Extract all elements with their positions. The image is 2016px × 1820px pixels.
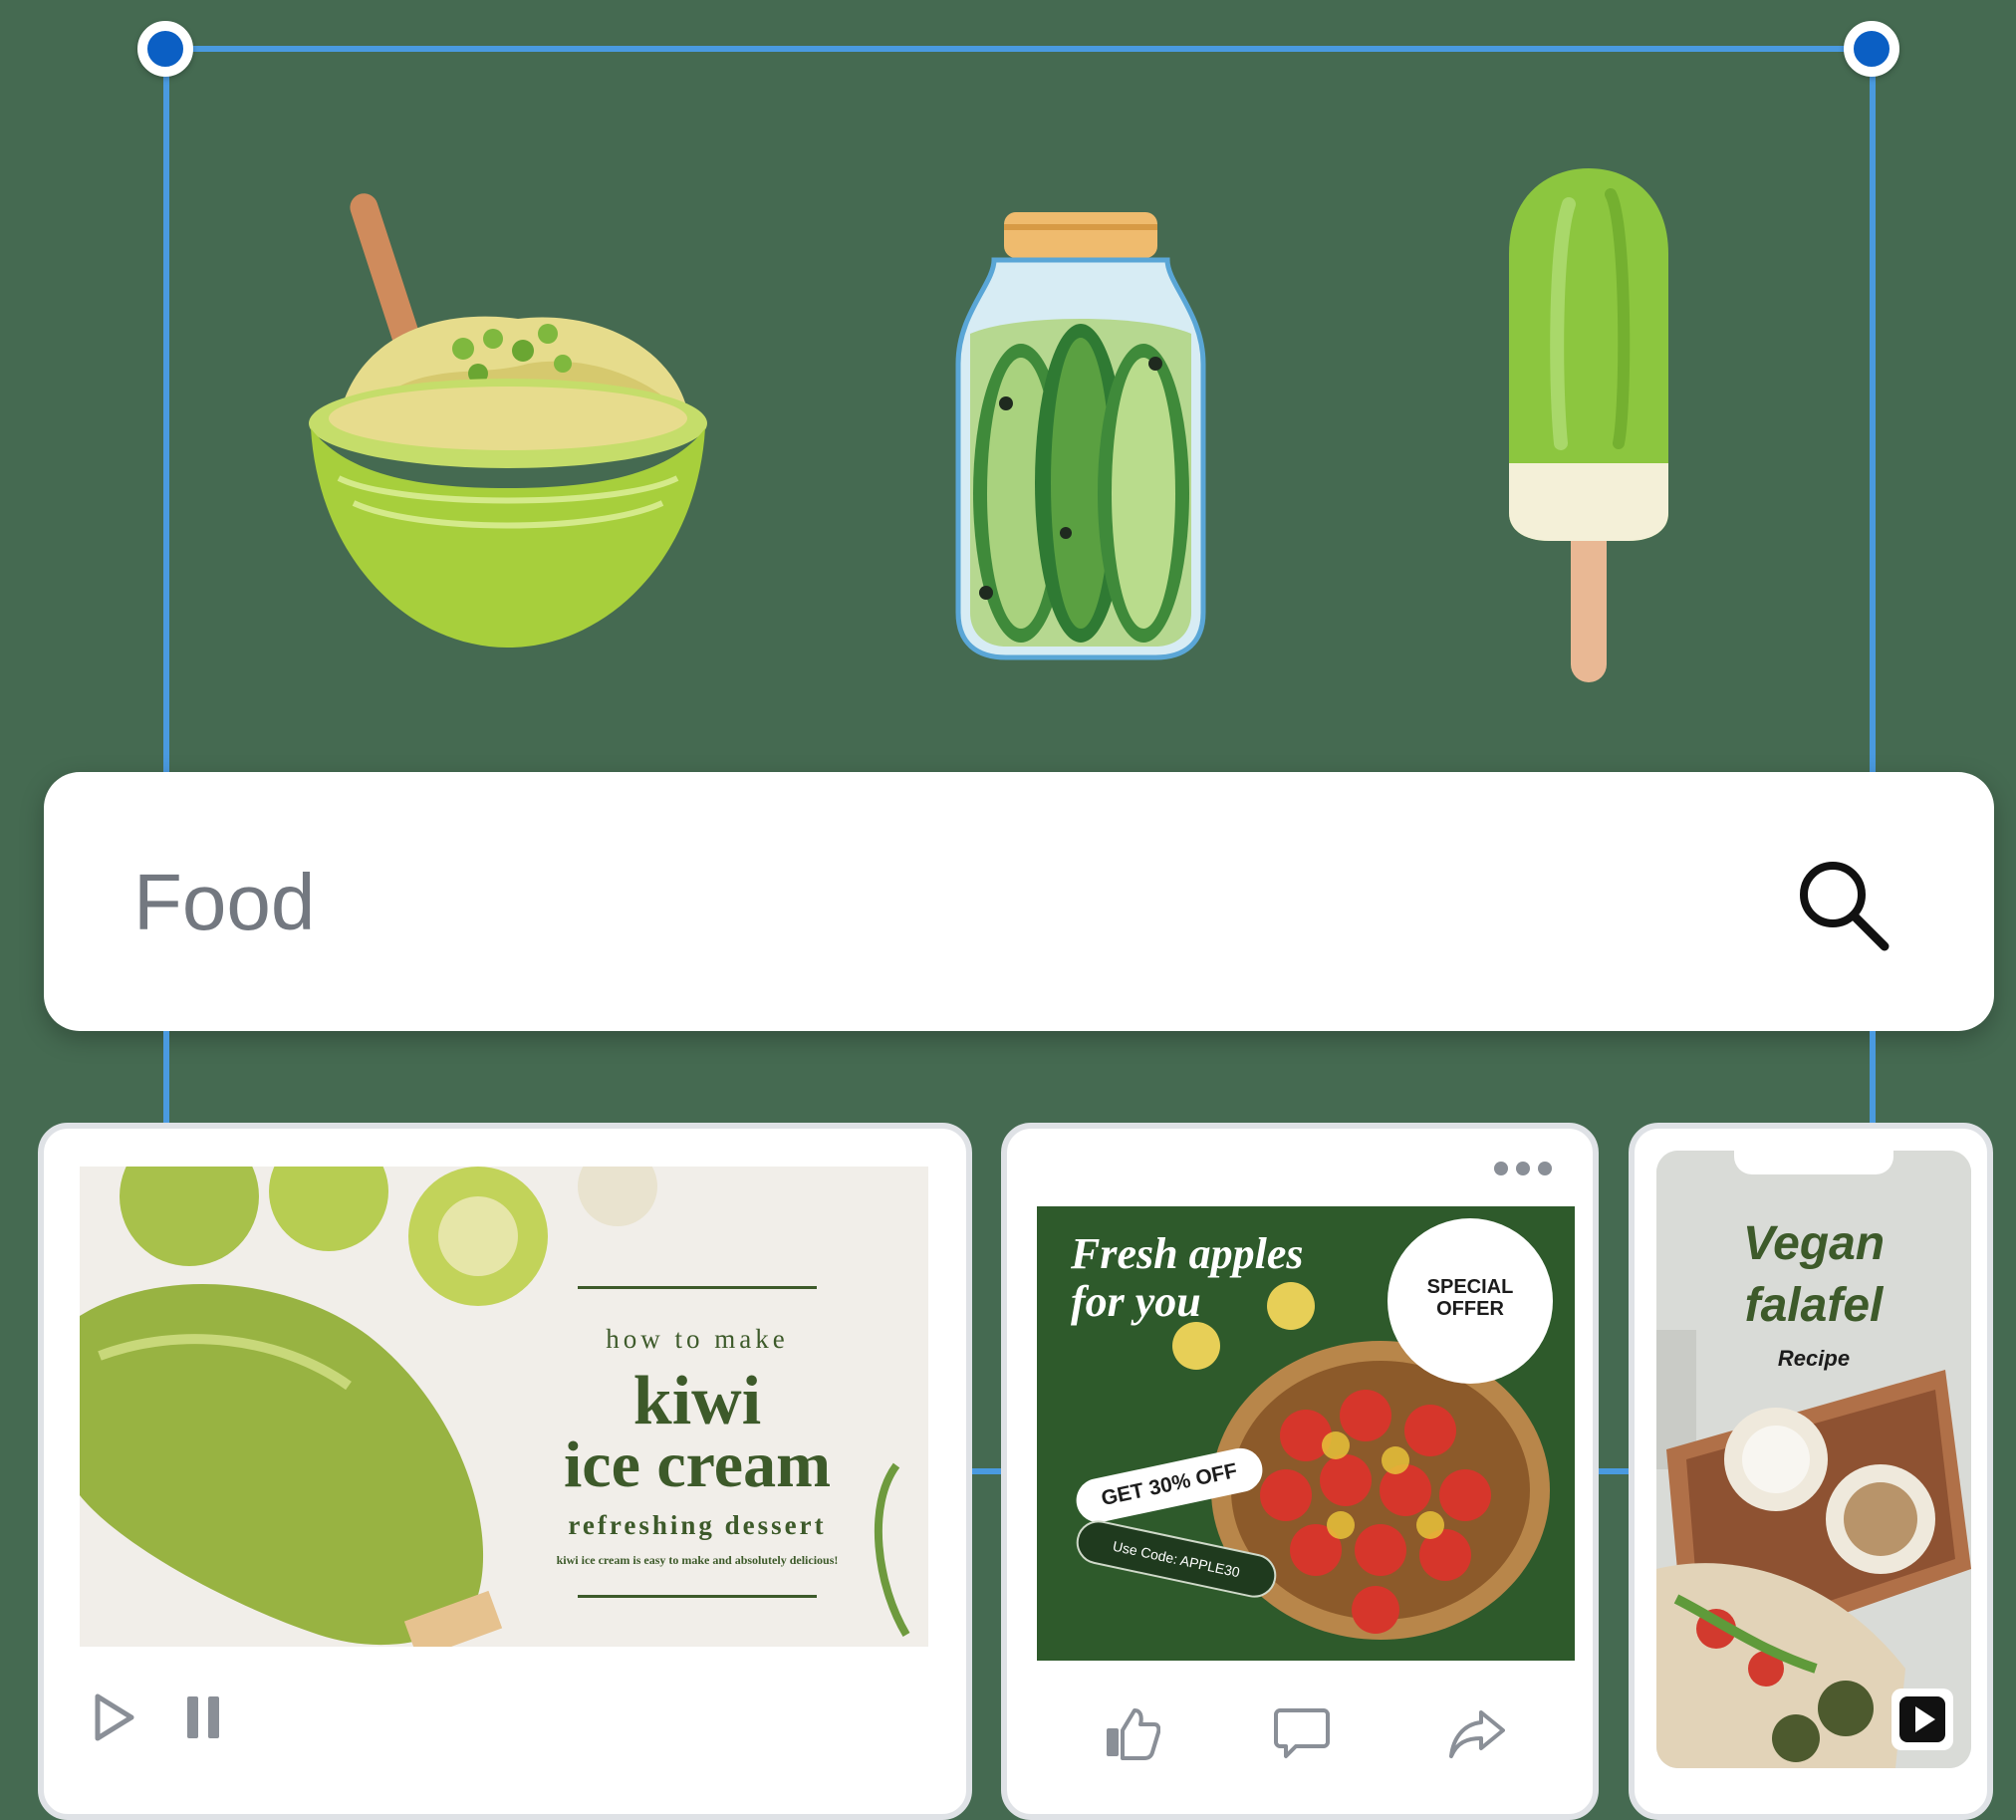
story-subtitle: Recipe bbox=[1777, 1346, 1851, 1371]
selection-top-edge bbox=[167, 46, 1873, 52]
search-input[interactable] bbox=[131, 842, 1729, 963]
search-icon[interactable] bbox=[1793, 855, 1892, 954]
post-headline-line1: Fresh apples bbox=[1071, 1229, 1304, 1278]
search-bar[interactable] bbox=[44, 772, 1994, 1031]
badge-line1: SPECIAL bbox=[1426, 1276, 1514, 1298]
badge-line2: OFFER bbox=[1436, 1298, 1504, 1320]
story-title-line2: falafel bbox=[1744, 1279, 1884, 1332]
green-popsicle-icon[interactable] bbox=[1499, 164, 1678, 687]
selection-right-edge-lower bbox=[1870, 1031, 1876, 1121]
pickle-jar-icon[interactable] bbox=[946, 204, 1215, 662]
video-title-small: how to make bbox=[606, 1324, 789, 1354]
video-title-line2: ice cream bbox=[563, 1429, 832, 1501]
resize-handle-top-left[interactable] bbox=[137, 21, 193, 77]
bowl-of-mashed-potatoes-with-peas-icon[interactable] bbox=[299, 179, 727, 657]
story-title-line1: Vegan bbox=[1742, 1217, 1886, 1270]
fresh-apples-thumbnail[interactable]: Fresh apples for you SPECIAL OFFER GET 3… bbox=[1037, 1206, 1575, 1661]
video-subtitle: refreshing dessert bbox=[568, 1510, 827, 1540]
kiwi-ice-cream-thumbnail[interactable]: how to make kiwi ice cream refreshing de… bbox=[80, 1167, 928, 1647]
story-template-card[interactable]: Vegan falafel Recipe bbox=[1629, 1123, 1993, 1820]
thumbnail-ornament-bottom bbox=[578, 1595, 817, 1602]
comment-icon[interactable] bbox=[1274, 1706, 1330, 1760]
pause-icon[interactable] bbox=[183, 1694, 223, 1740]
like-icon[interactable] bbox=[1105, 1706, 1160, 1760]
play-icon[interactable] bbox=[1891, 1689, 1953, 1750]
connector-line bbox=[971, 1468, 1003, 1474]
play-glyph bbox=[1899, 1696, 1945, 1742]
thumbnail-ornament-top bbox=[578, 1286, 817, 1293]
connector-line bbox=[1599, 1468, 1631, 1474]
phone-notch bbox=[1734, 1151, 1893, 1174]
more-dots-icon[interactable] bbox=[1493, 1161, 1553, 1176]
video-template-card[interactable]: how to make kiwi ice cream refreshing de… bbox=[38, 1123, 972, 1820]
video-caption: kiwi ice cream is easy to make and absol… bbox=[556, 1553, 839, 1567]
post-headline-line2: for you bbox=[1071, 1277, 1201, 1326]
share-icon[interactable] bbox=[1449, 1706, 1505, 1760]
social-post-template-card[interactable]: Fresh apples for you SPECIAL OFFER GET 3… bbox=[1001, 1123, 1599, 1820]
vegan-falafel-thumbnail[interactable]: Vegan falafel Recipe bbox=[1656, 1151, 1971, 1768]
play-icon[interactable] bbox=[92, 1691, 137, 1743]
special-offer-badge: SPECIAL OFFER bbox=[1395, 1226, 1545, 1376]
selection-left-edge-lower bbox=[163, 1031, 169, 1121]
resize-handle-top-right[interactable] bbox=[1844, 21, 1899, 77]
